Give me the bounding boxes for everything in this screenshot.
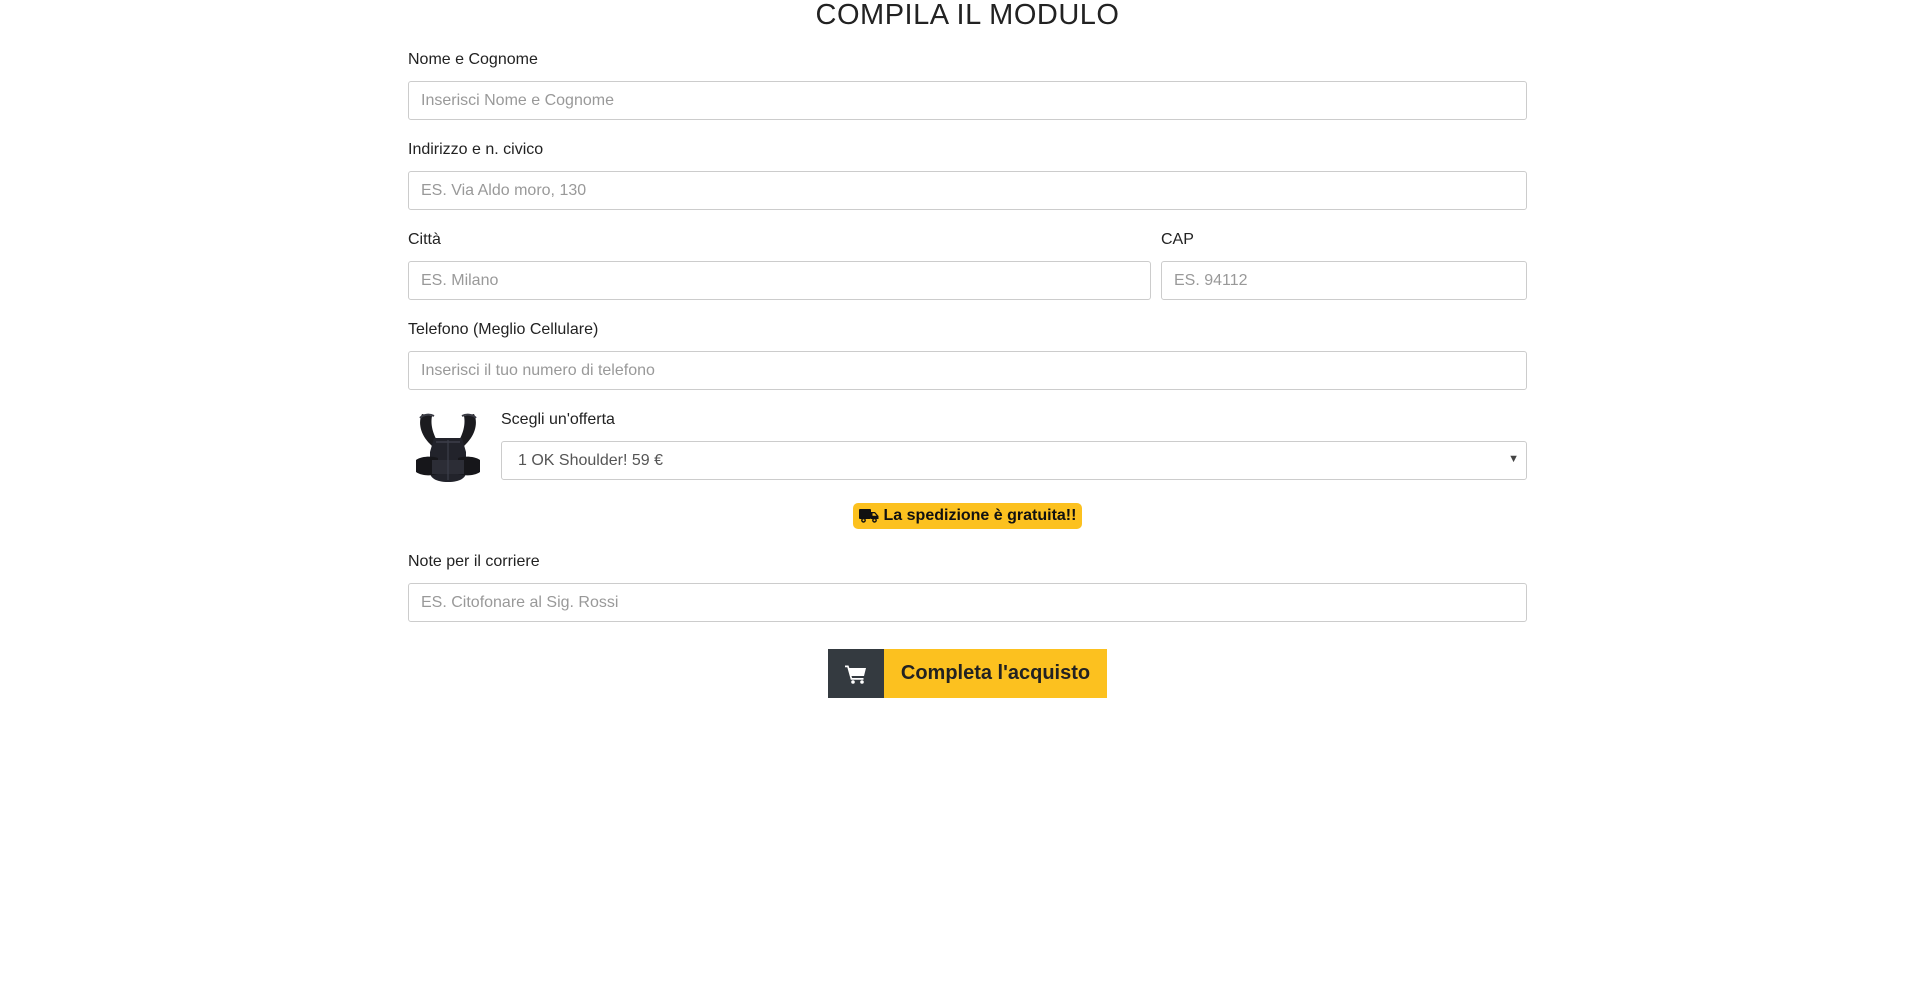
shipping-wrap: La spedizione è gratuita!! [408,503,1527,530]
offer-group: Scegli un'offerta 1 OK Shoulder! 59 € ▼ [501,408,1527,480]
city-input[interactable] [408,261,1151,300]
complete-purchase-label: Completa l'acquisto [900,662,1091,684]
order-form: COMPILA IL MODULO Nome e Cognome Indiriz… [408,0,1527,698]
page-title: COMPILA IL MODULO [815,0,1120,31]
phone-input[interactable] [408,351,1527,390]
offer-select-wrap: 1 OK Shoulder! 59 € ▼ [501,441,1527,480]
notes-label: Note per il corriere [408,553,540,570]
shipping-text: La spedizione è gratuita!! [883,507,1077,524]
complete-purchase-button[interactable]: Completa l'acquisto [827,649,1108,698]
notes-group: Note per il corriere [408,552,1527,622]
address-label: Indirizzo e n. civico [408,141,544,158]
offer-label: Scegli un'offerta [501,411,615,428]
cart-icon-box [827,649,884,698]
city-group: Città [408,230,1151,300]
name-label: Nome e Cognome [408,51,538,68]
truck-icon [858,509,879,523]
city-label: Città [408,231,441,248]
cap-label: CAP [1161,231,1194,248]
cap-input[interactable] [1161,261,1527,300]
address-input[interactable] [408,171,1527,210]
phone-group: Telefono (Meglio Cellulare) [408,320,1527,390]
cart-icon [844,665,866,684]
posture-corrector-image [416,413,480,482]
offer-select[interactable]: 1 OK Shoulder! 59 € [501,441,1527,480]
name-group: Nome e Cognome [408,50,1527,120]
city-cap-row: Città CAP [408,210,1527,300]
offer-row: Scegli un'offerta 1 OK Shoulder! 59 € ▼ [408,408,1527,488]
cap-group: CAP [1161,230,1527,300]
shipping-badge: La spedizione è gratuita!! [852,503,1083,529]
notes-input[interactable] [408,583,1527,622]
name-input[interactable] [408,81,1527,120]
address-group: Indirizzo e n. civico [408,140,1527,210]
submit-wrap: Completa l'acquisto [408,649,1527,698]
phone-label: Telefono (Meglio Cellulare) [408,321,599,338]
